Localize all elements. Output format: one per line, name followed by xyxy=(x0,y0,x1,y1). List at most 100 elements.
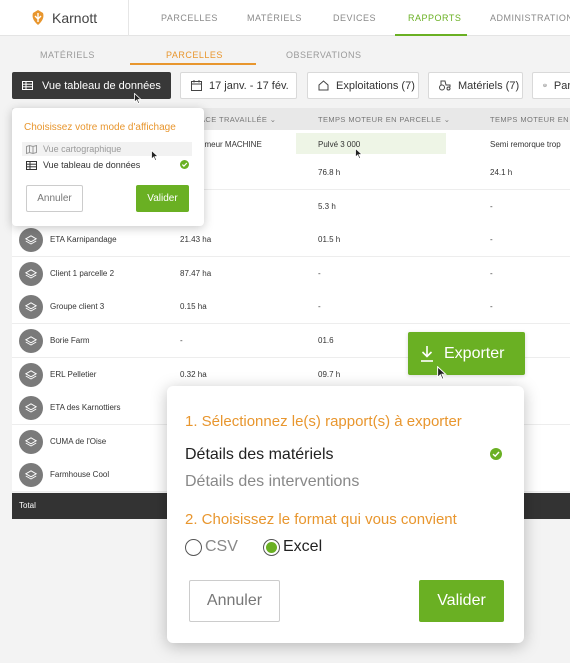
layers-icon xyxy=(543,83,547,88)
cell-temps-moteur: - xyxy=(318,302,321,311)
export-step1-heading: 1. Sélectionnez le(s) rapport(s) à expor… xyxy=(185,413,462,430)
farm-avatar-icon xyxy=(19,363,43,387)
option-map-label: Vue cartographique xyxy=(43,144,122,154)
top-navbar: Karnott PARCELLES MATÉRIELS DEVICES RAPP… xyxy=(0,0,570,36)
table-row[interactable]: ETA Karnipandage 21.43 ha 01.5 h - xyxy=(12,223,570,257)
cell-surface: - xyxy=(180,336,183,345)
calendar-icon xyxy=(191,80,202,91)
tab-materiels[interactable]: MATÉRIELS xyxy=(40,50,95,60)
tab-parcelles[interactable]: PARCELLES xyxy=(166,50,223,60)
cell-surface: 21.43 ha xyxy=(180,235,212,244)
radio-dot xyxy=(266,541,277,553)
format-excel-label: Excel xyxy=(283,538,323,555)
view-mode-popover: Choisissez votre mode d'affichage Vue ca… xyxy=(12,108,204,226)
table-icon xyxy=(26,160,37,170)
header-temps-moteur-2[interactable]: TEMPS MOTEUR EN P xyxy=(490,115,570,124)
exploitations-filter-label: Exploitations (7) xyxy=(336,79,415,92)
map-icon xyxy=(26,144,37,154)
house-icon xyxy=(318,80,329,91)
farm-avatar-icon xyxy=(19,295,43,319)
karnott-logo[interactable]: Karnott xyxy=(30,9,97,26)
cell-temps-moteur: 09.7 h xyxy=(318,370,341,379)
nav-rapports[interactable]: RAPPORTS xyxy=(408,13,461,23)
export-step2-heading: 2. Choisissez le format qui vous convien… xyxy=(185,511,457,528)
cell-name: Borie Farm xyxy=(50,336,90,345)
farm-avatar-icon xyxy=(19,228,43,252)
report-option-interventions[interactable]: Détails des interventions xyxy=(185,473,359,491)
export-cancel-button[interactable]: Annuler xyxy=(189,580,280,622)
cell-temps-moteur-2: - xyxy=(490,302,493,311)
cell-temps-moteur-2: 24.1 h xyxy=(490,168,513,177)
cell-name: ETA des Karnottiers xyxy=(50,403,121,412)
download-icon xyxy=(421,346,433,362)
option-map-view[interactable]: Vue cartographique xyxy=(22,142,192,156)
cell-temps-moteur: - xyxy=(318,269,321,278)
karnott-logo-icon xyxy=(32,10,44,25)
parcelles-filter[interactable]: Par xyxy=(532,72,570,99)
format-radio-excel[interactable]: Excel xyxy=(263,538,322,556)
cell-name: Client 1 parcelle 2 xyxy=(50,269,115,278)
cell-name: CUMA de l'Oise xyxy=(50,437,107,446)
radio-circle xyxy=(263,538,280,556)
mouse-cursor-icon xyxy=(355,148,363,159)
check-icon xyxy=(180,160,189,169)
cell-name: ETA Karnipandage xyxy=(50,235,117,244)
farm-avatar-icon xyxy=(19,396,43,420)
view-mode-label: Vue tableau de données xyxy=(42,79,161,92)
format-radio-csv[interactable]: CSV xyxy=(185,538,238,556)
header-surface[interactable]: ACE TRAVAILLÉE ⌄ xyxy=(200,115,276,124)
nav-devices[interactable]: DEVICES xyxy=(333,13,376,23)
cell-surface: 0.32 ha xyxy=(180,370,207,379)
popover-cancel-button[interactable]: Annuler xyxy=(26,185,83,212)
nav-materiels[interactable]: MATÉRIELS xyxy=(247,13,302,23)
export-button-label: Exporter xyxy=(444,344,505,362)
option-table-label: Vue tableau de données xyxy=(43,160,141,170)
cell-name: Farmhouse Cool xyxy=(50,470,110,479)
cell-surface: 87.47 ha xyxy=(180,269,212,278)
option-table-view[interactable]: Vue tableau de données xyxy=(26,160,140,170)
view-mode-button[interactable]: Vue tableau de données xyxy=(12,72,171,99)
farm-avatar-icon xyxy=(19,329,43,353)
format-csv-label: CSV xyxy=(205,538,238,555)
popover-title: Choisissez votre mode d'affichage xyxy=(24,122,176,133)
farm-avatar-icon xyxy=(19,430,43,454)
cell-surface: 0.15 ha xyxy=(180,302,207,311)
cell-name: Groupe client 3 xyxy=(50,302,105,311)
nav-parcelles[interactable]: PARCELLES xyxy=(161,13,218,23)
nav-administration[interactable]: ADMINISTRATION xyxy=(490,13,570,23)
check-icon xyxy=(490,448,502,460)
tab-active-indicator xyxy=(130,63,256,65)
table-icon xyxy=(22,81,33,90)
farm-avatar-icon xyxy=(19,463,43,487)
cell-temps-moteur-2: - xyxy=(490,202,493,211)
mouse-cursor-icon xyxy=(134,93,142,104)
mouse-cursor-icon xyxy=(151,150,159,161)
cell-temps-moteur: 5.3 h xyxy=(318,202,336,211)
farm-avatar-icon xyxy=(19,262,43,286)
report-option-materiels[interactable]: Détails des matériels xyxy=(185,446,334,464)
popover-confirm-button[interactable]: Valider xyxy=(136,185,189,212)
tractor-icon xyxy=(439,80,451,91)
exploitations-filter[interactable]: Exploitations (7) xyxy=(307,72,419,99)
header-temps-moteur[interactable]: TEMPS MOTEUR EN PARCELLE ⌄ xyxy=(318,115,450,124)
cell-temps-moteur: 01.5 h xyxy=(318,235,341,244)
nav-active-indicator xyxy=(395,34,467,36)
export-button[interactable]: Exporter xyxy=(408,332,525,375)
cell-col2: umeur MACHINE xyxy=(200,140,262,149)
app-name: Karnott xyxy=(52,9,98,26)
total-label: Total xyxy=(19,501,36,510)
tab-observations[interactable]: OBSERVATIONS xyxy=(286,50,362,60)
date-filter[interactable]: 17 janv. - 17 fév. xyxy=(180,72,297,99)
materiels-filter-label: Matériels (7) xyxy=(458,79,520,92)
cell-temps-moteur-2: - xyxy=(490,269,493,278)
date-filter-label: 17 janv. - 17 fév. xyxy=(209,79,289,92)
parcelles-filter-label: Par xyxy=(553,79,570,92)
cell-temps-moteur-2: - xyxy=(490,235,493,244)
cell-temps-moteur: 01.6 xyxy=(318,336,334,345)
table-row[interactable]: Client 1 parcelle 2 87.47 ha - - xyxy=(12,257,570,291)
export-confirm-button[interactable]: Valider xyxy=(419,580,504,622)
cell-temps-moteur: 76.8 h xyxy=(318,168,341,177)
table-row[interactable]: Groupe client 3 0.15 ha - - xyxy=(12,290,570,324)
materiels-filter[interactable]: Matériels (7) xyxy=(428,72,523,99)
cell-col3: Pulvé 3 000 xyxy=(318,140,361,149)
